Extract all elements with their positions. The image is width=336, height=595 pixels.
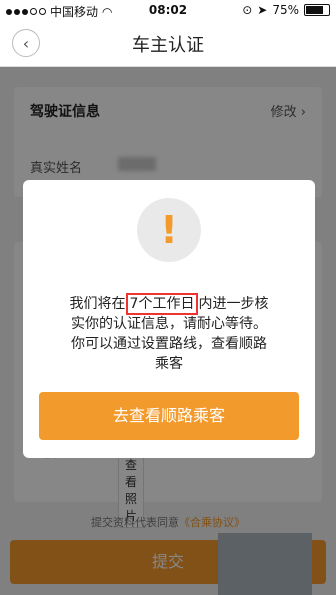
status-bar: 中国移动 ◠ 08:02 ⊙ ➤ 75% (0, 0, 336, 20)
lock-rotation-icon: ⊙ (242, 3, 253, 17)
battery-icon (304, 4, 330, 16)
view-passengers-button[interactable]: 去查看顺路乘客 (39, 392, 299, 440)
nav-bar: ‹ 车主认证 (0, 20, 336, 67)
status-right: ⊙ ➤ 75% (242, 3, 330, 17)
redaction-patch (218, 533, 312, 595)
page-title: 车主认证 (132, 35, 204, 56)
modal-dialog: ! 我们将在 7个工作日 内进一步核 实你的认证信息，请耐心等待。 你可以通过设置路… (23, 180, 315, 458)
exclamation-icon: ! (137, 198, 201, 262)
highlight-box: 7个工作日 (125, 293, 199, 315)
modal-message: 我们将在 7个工作日 内进一步核 实你的认证信息，请耐心等待。 你可以通过设置路线，… (41, 293, 297, 374)
location-icon: ➤ (257, 3, 268, 17)
battery-percent: 75% (272, 3, 299, 17)
